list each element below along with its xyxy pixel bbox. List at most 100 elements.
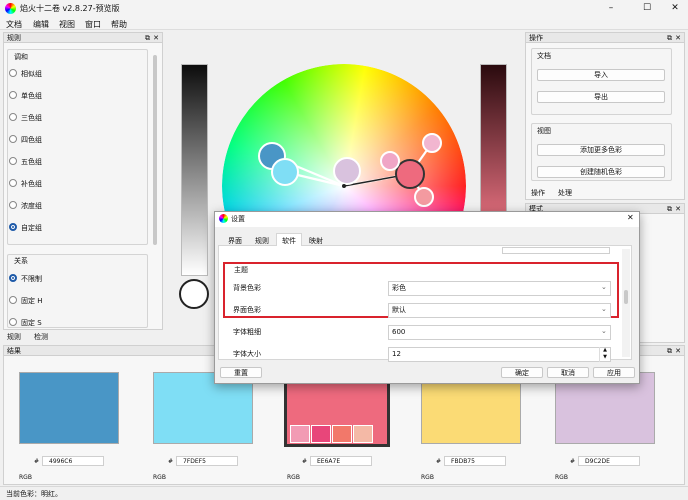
dialog-tab-rules[interactable]: 规则 <box>255 236 269 246</box>
setting-select[interactable]: 600 <box>388 325 611 340</box>
hex-input[interactable]: 4996C6 <box>42 456 104 466</box>
dialog-tab-interface[interactable]: 界面 <box>228 236 242 246</box>
relation-group-title: 关系 <box>14 257 28 265</box>
relation-option-label: 固定 S <box>21 319 42 327</box>
harmony-radio[interactable] <box>9 157 17 165</box>
relation-option-label: 固定 H <box>21 297 43 305</box>
hex-input[interactable]: 7FDEF5 <box>176 456 238 466</box>
tab-operations[interactable]: 操作 <box>531 188 545 198</box>
chevron-down-icon: ⌄ <box>601 327 607 335</box>
setting-select[interactable]: 彩色 <box>388 281 611 296</box>
apply-button[interactable]: 应用 <box>593 367 635 378</box>
harmony-option-label: 补色组 <box>21 180 42 188</box>
color-model-label: RGB <box>555 474 568 481</box>
document-group <box>531 48 672 115</box>
relation-radio[interactable] <box>9 274 17 282</box>
hex-hash: # <box>34 458 40 465</box>
close-icon[interactable]: ✕ <box>675 204 681 214</box>
setting-label: 界面色彩 <box>233 306 261 314</box>
hex-hash: # <box>436 458 442 465</box>
chevron-down-icon: ⌄ <box>601 283 607 291</box>
menu-document[interactable]: 文档 <box>6 19 22 30</box>
result-swatch[interactable] <box>19 372 119 444</box>
color-model-label: RGB <box>19 474 32 481</box>
value-slider-handle[interactable] <box>179 279 209 309</box>
harmony-radio[interactable] <box>9 201 17 209</box>
menu-edit[interactable]: 编辑 <box>33 19 49 30</box>
operations-panel-title: 操作 <box>529 34 543 42</box>
hex-hash: # <box>302 458 308 465</box>
menu-window[interactable]: 窗口 <box>85 19 101 30</box>
close-icon[interactable]: ✕ <box>675 33 681 43</box>
dialog-close-icon[interactable]: ✕ <box>627 213 634 222</box>
harmony-radio[interactable] <box>9 91 17 99</box>
value-slider[interactable] <box>181 64 208 276</box>
float-icon[interactable]: ⧉ <box>145 33 150 43</box>
relation-option-label: 不限制 <box>21 275 42 283</box>
shade-chip[interactable] <box>311 425 331 443</box>
hex-input[interactable]: EE6A7E <box>310 456 372 466</box>
tab-process[interactable]: 处理 <box>558 188 572 198</box>
app-logo-icon <box>5 3 16 14</box>
export-button[interactable]: 导出 <box>537 91 665 103</box>
rules-panel-title: 规则 <box>7 34 21 42</box>
import-button[interactable]: 导入 <box>537 69 665 81</box>
tab-detect[interactable]: 检测 <box>34 332 48 342</box>
wheel-node-cyan <box>271 158 299 186</box>
add-colors-button[interactable]: 添加更多色彩 <box>537 144 665 156</box>
shade-chip[interactable] <box>353 425 373 443</box>
operations-panel-header: 操作 ⧉ ✕ <box>526 33 684 43</box>
results-panel-title: 结果 <box>7 347 21 355</box>
dialog-scroll-thumb[interactable] <box>624 290 628 304</box>
harmony-option-label: 单色组 <box>21 92 42 100</box>
dialog-titlebar <box>215 212 639 227</box>
harmony-group-title: 调和 <box>14 53 28 61</box>
hex-hash: # <box>570 458 576 465</box>
reset-button[interactable]: 重置 <box>220 367 262 378</box>
minimize-button[interactable]: – <box>600 1 622 15</box>
spin-arrows-icon[interactable]: ▲ ▼ <box>599 347 610 362</box>
float-icon[interactable]: ⧉ <box>667 33 672 43</box>
maximize-button[interactable]: ☐ <box>636 1 658 15</box>
ok-button[interactable]: 确定 <box>501 367 543 378</box>
relation-radio[interactable] <box>9 318 17 326</box>
harmony-option-label: 三色组 <box>21 114 42 122</box>
color-wheel[interactable] <box>222 64 466 214</box>
rules-panel-header: 规则 ⧉ ✕ <box>4 33 162 43</box>
setting-label: 字体大小 <box>233 350 261 358</box>
harmony-radio[interactable] <box>9 179 17 187</box>
wheel-node-red <box>395 159 425 189</box>
theme-section-title: 主题 <box>234 266 248 274</box>
setting-select[interactable]: 12 <box>388 347 611 362</box>
harmony-option-label: 四色组 <box>21 136 42 144</box>
harmony-radio[interactable] <box>9 113 17 121</box>
lightness-slider[interactable] <box>480 64 507 214</box>
tab-rules[interactable]: 规则 <box>7 332 21 342</box>
harmony-radio[interactable] <box>9 223 17 231</box>
dialog-tab-software[interactable]: 软件 <box>282 236 296 246</box>
close-icon[interactable]: ✕ <box>153 33 159 43</box>
harmony-radio[interactable] <box>9 135 17 143</box>
shade-chip[interactable] <box>332 425 352 443</box>
dialog-logo-icon <box>219 214 228 223</box>
hex-input[interactable]: FBDB75 <box>444 456 506 466</box>
float-icon[interactable]: ⧉ <box>667 204 672 214</box>
float-icon[interactable]: ⧉ <box>667 346 672 356</box>
relation-radio[interactable] <box>9 296 17 304</box>
close-button[interactable]: ✕ <box>664 1 686 15</box>
setting-label: 背景色彩 <box>233 284 261 292</box>
menu-help[interactable]: 帮助 <box>111 19 127 30</box>
rules-scrollbar[interactable] <box>153 55 157 245</box>
close-icon[interactable]: ✕ <box>675 346 681 356</box>
dialog-tab-mapping[interactable]: 映射 <box>309 236 323 246</box>
menu-view[interactable]: 视图 <box>59 19 75 30</box>
partial-field[interactable] <box>502 247 610 254</box>
hex-input[interactable]: D9C2DE <box>578 456 640 466</box>
shade-chip[interactable] <box>290 425 310 443</box>
cancel-button[interactable]: 取消 <box>547 367 589 378</box>
harmony-radio[interactable] <box>9 69 17 77</box>
create-random-button[interactable]: 创建随机色彩 <box>537 166 665 178</box>
harmony-option-label: 浓度组 <box>21 202 42 210</box>
setting-select[interactable]: 默认 <box>388 303 611 318</box>
color-model-label: RGB <box>287 474 300 481</box>
